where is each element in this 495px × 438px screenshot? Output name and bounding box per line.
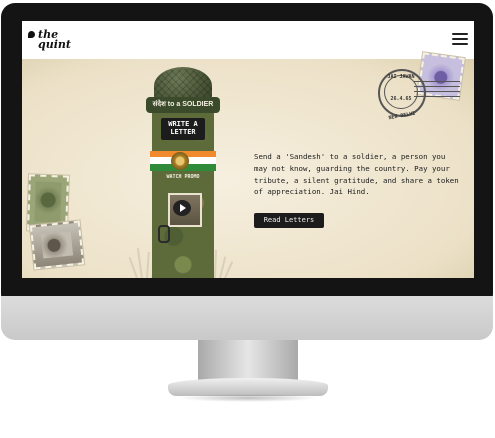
write-letter-button[interactable]: WRITE A LETTER — [161, 118, 205, 140]
logo-text: the quint — [38, 29, 71, 51]
monitor-stand-neck — [198, 340, 298, 380]
website-screen: the quint JAI JAWAN 26.4.65 NEW DELHI सं… — [22, 21, 474, 278]
write-letter-line1: WRITE A — [168, 120, 198, 128]
postmark-cancel-lines — [414, 81, 460, 99]
postbox-sign: संदेश to a SOLDIER — [146, 97, 220, 113]
stand-shadow — [178, 394, 318, 402]
play-icon[interactable] — [173, 200, 191, 216]
monitor-chin — [1, 296, 493, 340]
read-letters-button[interactable]: Read Letters — [254, 213, 324, 228]
postmark-date-text: 26.4.65 — [390, 96, 412, 102]
logo-line2: quint — [38, 38, 71, 51]
write-letter-label: WRITE A LETTER — [161, 120, 205, 136]
postbox-sign-label: संदेश to a SOLDIER — [152, 101, 214, 108]
postbox-latch — [158, 225, 170, 243]
emblem-icon — [171, 152, 189, 170]
quint-logo[interactable]: the quint — [28, 28, 71, 54]
site-header: the quint — [22, 21, 474, 59]
write-letter-line2: LETTER — [170, 128, 196, 136]
hamburger-menu-icon[interactable] — [452, 33, 468, 46]
intro-message: Send a 'Sandesh' to a soldier, a person … — [254, 152, 459, 197]
postmark-top-text: JAI JAWAN — [387, 74, 415, 80]
stamp-icon — [29, 220, 85, 270]
quint-logo-icon — [28, 31, 35, 38]
watch-promo-label: WATCH PROMO — [166, 174, 200, 180]
